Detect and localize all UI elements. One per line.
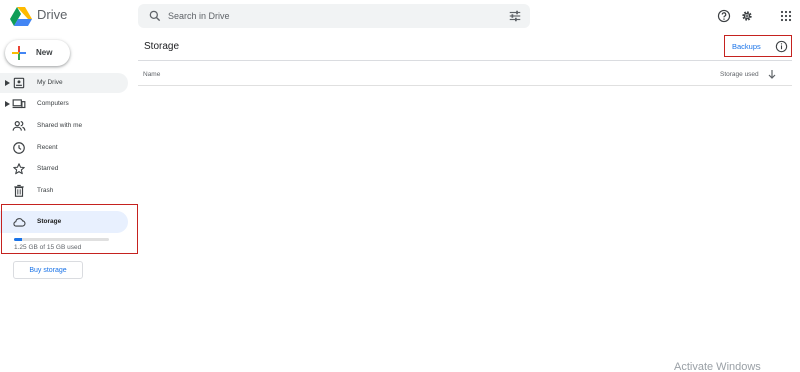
search-input[interactable]: [168, 8, 488, 24]
plus-icon: [12, 46, 26, 60]
sidebar-item-shared-with-me[interactable]: Shared with me: [0, 116, 128, 136]
sidebar-item-starred[interactable]: Starred: [0, 159, 128, 179]
sidebar-item-label: Shared with me: [37, 122, 83, 129]
drive-logo-icon[interactable]: [10, 6, 32, 26]
sidebar-item-label: Computers: [37, 100, 69, 107]
sidebar-item-recent[interactable]: Recent: [0, 138, 128, 158]
computers-icon: [12, 99, 26, 109]
activate-windows-watermark: Activate Windows: [674, 361, 761, 372]
page-title: Storage: [144, 41, 180, 52]
trash-icon: [14, 184, 24, 197]
app-title[interactable]: Drive: [37, 7, 67, 22]
highlight-box-storage: [1, 204, 138, 254]
tune-icon[interactable]: [508, 9, 522, 23]
sidebar-item-my-drive[interactable]: My Drive: [0, 73, 128, 93]
gear-icon[interactable]: [740, 9, 754, 23]
highlight-box-backups: [724, 35, 792, 57]
search-bar[interactable]: [138, 4, 530, 28]
caret-right-icon[interactable]: [5, 101, 10, 107]
title-divider: [138, 60, 792, 61]
new-button[interactable]: New: [5, 40, 70, 66]
buy-storage-button[interactable]: Buy storage: [13, 261, 83, 279]
sidebar-item-label: My Drive: [37, 79, 63, 86]
column-header-divider: [138, 85, 792, 86]
sidebar-item-label: Recent: [37, 144, 58, 151]
my-drive-icon: [13, 77, 25, 89]
sidebar-item-computers[interactable]: Computers: [0, 94, 128, 114]
sidebar-item-label: Trash: [37, 187, 54, 194]
top-header: Drive: [0, 0, 800, 32]
new-button-label: New: [36, 48, 53, 57]
clock-icon: [13, 142, 25, 154]
sidebar-item-trash[interactable]: Trash: [0, 181, 128, 201]
column-header-name[interactable]: Name: [143, 71, 160, 78]
help-icon[interactable]: [717, 9, 731, 23]
search-icon[interactable]: [148, 9, 162, 23]
caret-right-icon[interactable]: [5, 80, 10, 86]
shared-icon: [12, 121, 26, 131]
sidebar-item-label: Starred: [37, 165, 59, 172]
star-icon: [13, 163, 25, 175]
arrow-down-icon[interactable]: [767, 69, 777, 79]
apps-grid-icon[interactable]: [780, 10, 792, 22]
column-header-storage-used[interactable]: Storage used: [720, 71, 759, 78]
